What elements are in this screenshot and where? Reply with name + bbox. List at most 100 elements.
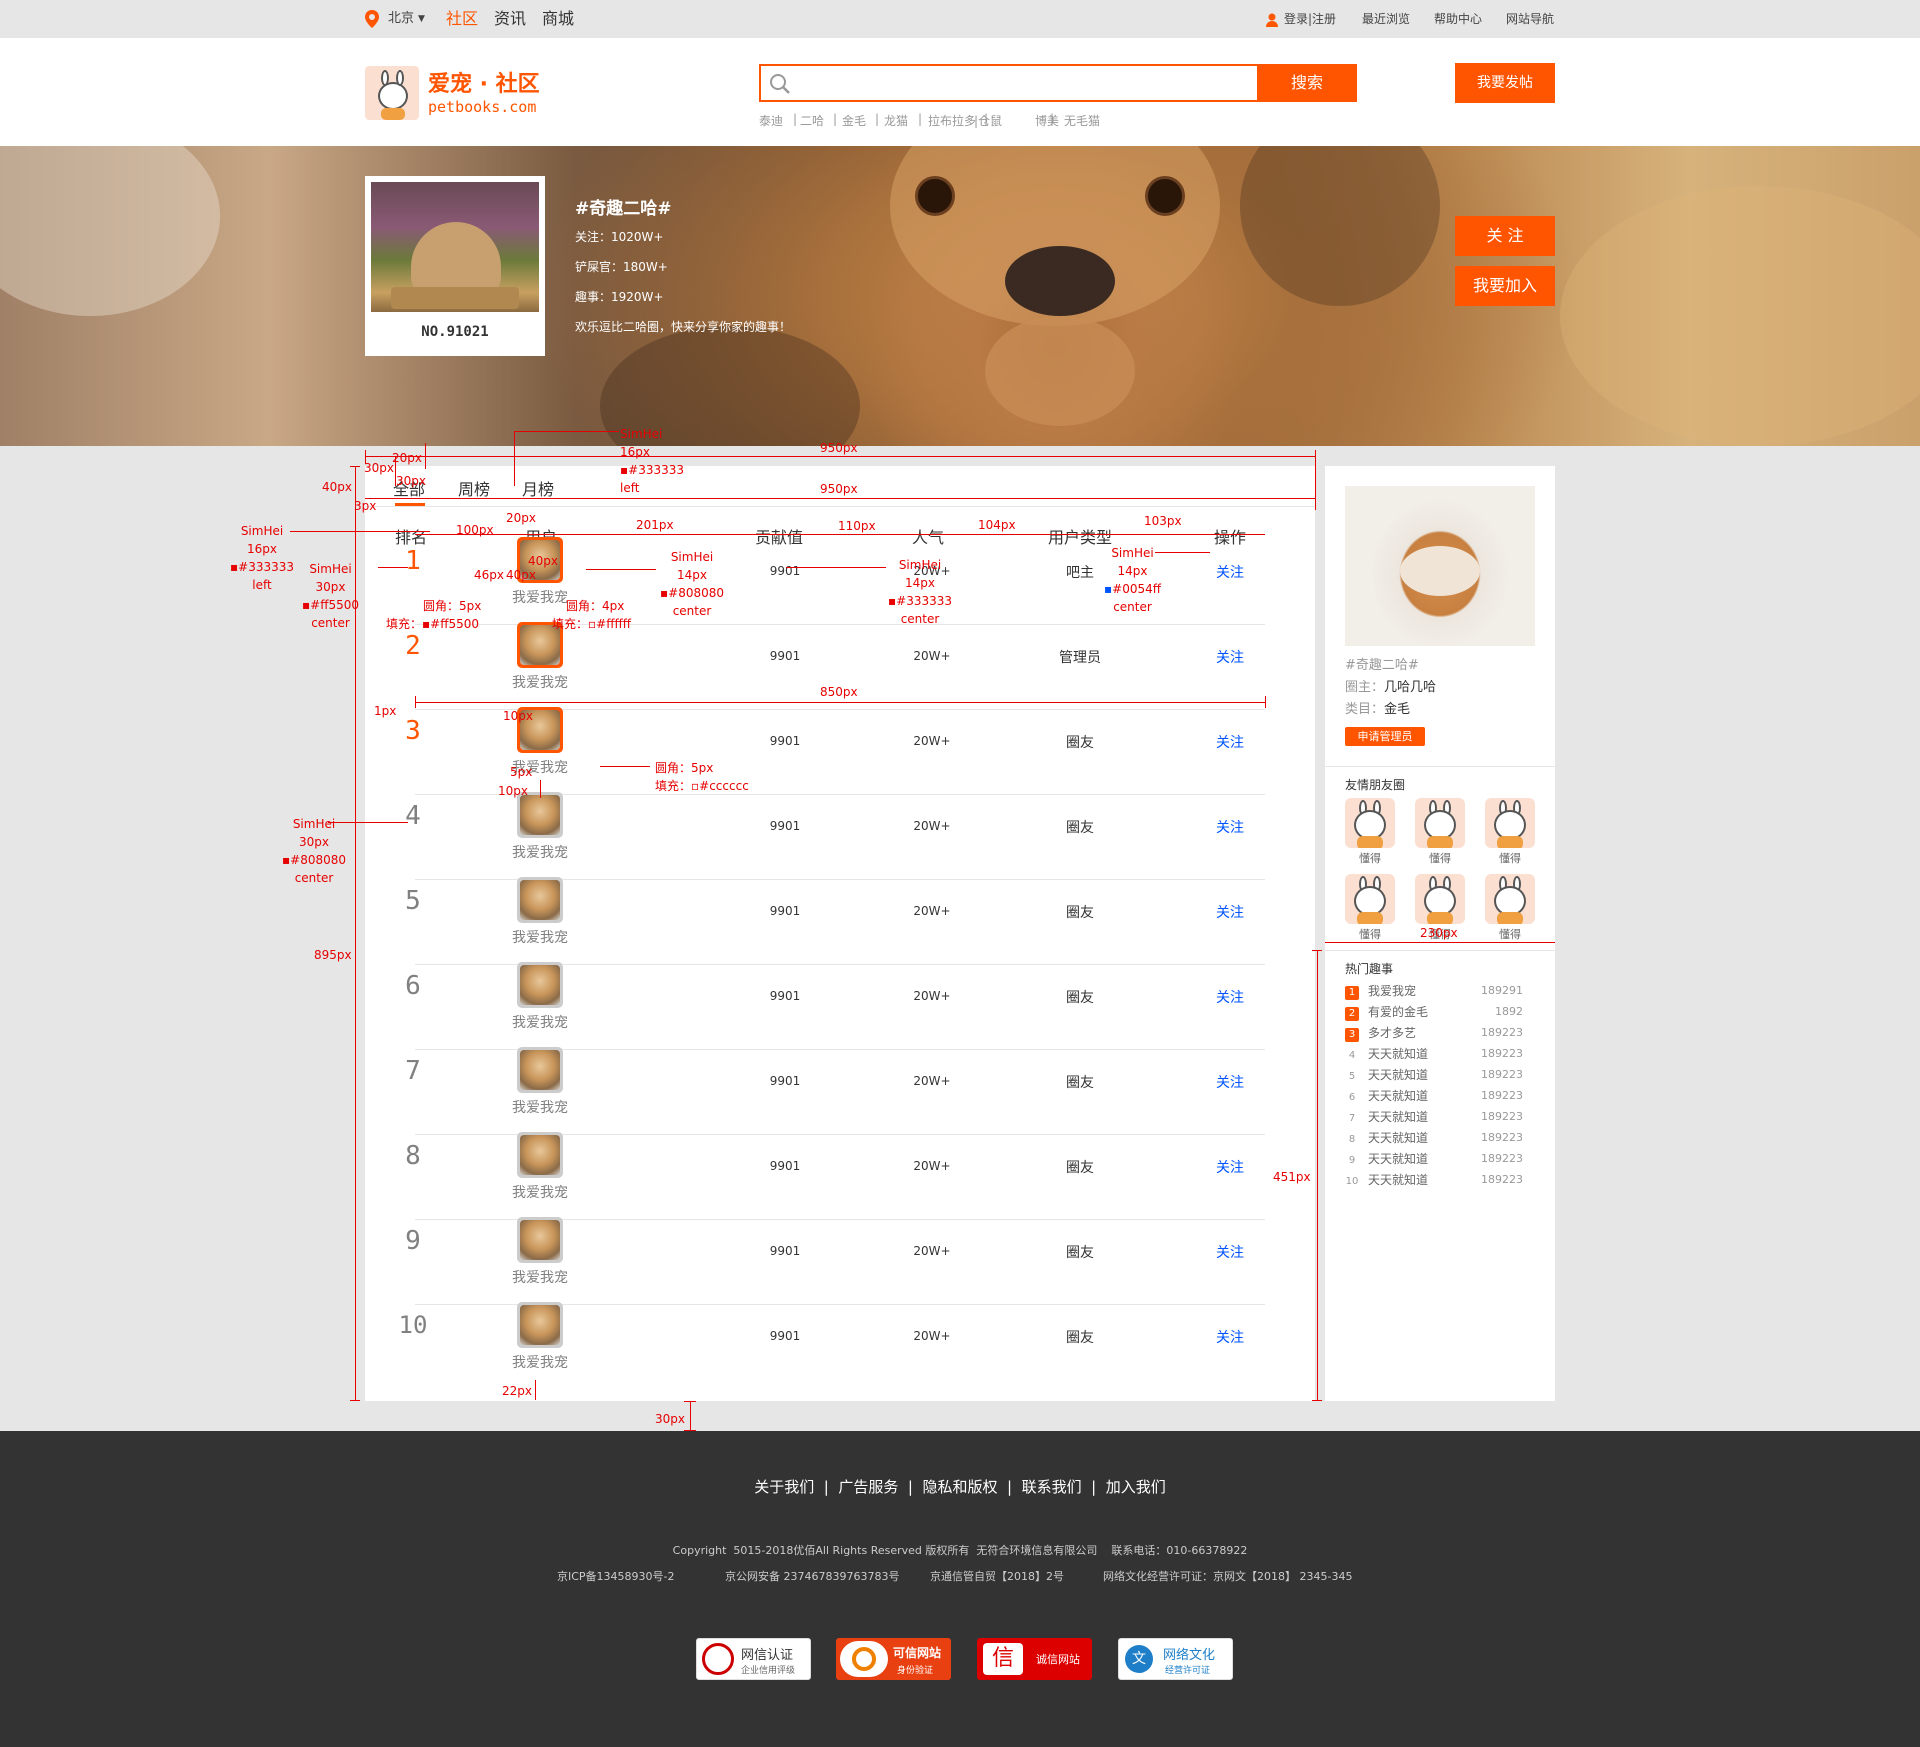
follow-button[interactable]: 关 注: [1455, 216, 1555, 256]
user-avatar[interactable]: [517, 1047, 563, 1093]
dim-line: [1265, 696, 1266, 708]
font-spec-tabs: SimHei 16px ▪#333333 left: [620, 427, 685, 495]
badge-honest-site[interactable]: 信 诚信网站: [977, 1638, 1092, 1680]
circle-name: #奇趣二哈#: [1345, 658, 1419, 673]
search-tag[interactable]: 博美: [1035, 112, 1059, 129]
hot-story-count: 1892: [1495, 1005, 1523, 1018]
follow-link[interactable]: 关注: [1210, 562, 1250, 582]
follow-link[interactable]: 关注: [1210, 902, 1250, 922]
dim-line: [365, 498, 1315, 499]
friend-circle-item[interactable]: 懂得: [1415, 798, 1465, 866]
user-name[interactable]: 我爱我宠: [500, 672, 580, 692]
hot-story-item[interactable]: 5 天天就知道 189223: [1345, 1067, 1535, 1083]
badge-trusted-site[interactable]: 可信网站 身份验证: [836, 1638, 951, 1680]
user-name[interactable]: 我爱我宠: [500, 1012, 580, 1032]
friend-circle-item[interactable]: 懂得: [1345, 874, 1395, 942]
user-name[interactable]: 我爱我宠: [500, 842, 580, 862]
user-name[interactable]: 我爱我宠: [500, 1267, 580, 1287]
circle-category: 类目：金毛: [1345, 702, 1411, 717]
dog-avatar-image: [520, 795, 560, 835]
nav-news[interactable]: 资讯: [494, 0, 526, 38]
user-avatar[interactable]: [517, 1217, 563, 1263]
friend-circle-item[interactable]: 懂得: [1345, 798, 1395, 866]
rank-number: 2: [405, 631, 421, 661]
badge-net-culture[interactable]: 文 网络文化 经营许可证: [1118, 1638, 1233, 1680]
search-input[interactable]: [759, 64, 1259, 102]
follow-link[interactable]: 关注: [1210, 817, 1250, 837]
tab-monthly[interactable]: 月榜: [522, 476, 554, 500]
friend-circle-item[interactable]: 懂得: [1485, 874, 1535, 942]
hot-story-item[interactable]: 2 有爱的金毛 1892: [1345, 1004, 1535, 1021]
dim-10: 10px: [503, 709, 533, 723]
search-tag[interactable]: 龙猫: [884, 112, 908, 129]
search-tag[interactable]: 无毛猫: [1064, 112, 1100, 129]
dim-22: 22px: [502, 1384, 532, 1398]
dim-line: [586, 569, 656, 570]
city-selector[interactable]: 北京: [388, 0, 414, 38]
user-name[interactable]: 我爱我宠: [500, 1097, 580, 1117]
hot-rank-badge: 8: [1348, 1134, 1356, 1145]
tag-separator: |: [833, 112, 838, 126]
user-avatar[interactable]: [517, 1132, 563, 1178]
search-tag[interactable]: 泰迪: [759, 112, 783, 129]
apply-admin-button[interactable]: 申请管理员: [1345, 727, 1425, 746]
help-center-link[interactable]: 帮助中心: [1434, 0, 1482, 38]
user-avatar[interactable]: [517, 1302, 563, 1348]
badge-net-trust[interactable]: 网信认证 企业信用评级: [696, 1638, 811, 1680]
friend-circle-item[interactable]: 懂得: [1485, 798, 1535, 866]
contribution-value: 9901: [769, 1074, 801, 1088]
logo-title[interactable]: 爱宠 · 社区: [428, 66, 540, 98]
hot-story-item[interactable]: 10 天天就知道 189223: [1345, 1172, 1535, 1188]
new-post-button[interactable]: 我要发帖: [1455, 63, 1555, 103]
dim-line: [600, 766, 650, 767]
rank-number: 4: [405, 801, 421, 831]
hot-story-count: 189223: [1481, 1173, 1523, 1186]
logo-mascot-icon[interactable]: [365, 66, 419, 120]
dim-line: [425, 443, 426, 469]
footer-links[interactable]: 关于我们 | 广告服务 | 隐私和版权 | 联系我们 | 加入我们: [0, 1476, 1920, 1497]
follow-link[interactable]: 关注: [1210, 1242, 1250, 1262]
site-nav-link[interactable]: 网站导航: [1506, 0, 1554, 38]
hot-story-item[interactable]: 4 天天就知道 189223: [1345, 1046, 1535, 1062]
user-avatar[interactable]: [517, 877, 563, 923]
bunny-mascot-icon: [1485, 874, 1535, 924]
search-tag[interactable]: 拉布拉多: [928, 112, 976, 129]
search-tag[interactable]: 金毛: [842, 112, 866, 129]
dim-100: 100px: [456, 523, 494, 537]
follow-link[interactable]: 关注: [1210, 732, 1250, 752]
hot-story-item[interactable]: 6 天天就知道 189223: [1345, 1088, 1535, 1104]
join-button[interactable]: 我要加入: [1455, 266, 1555, 306]
nav-community[interactable]: 社区: [446, 0, 478, 38]
dim-30: 30px: [364, 461, 394, 475]
follow-link[interactable]: 关注: [1210, 1072, 1250, 1092]
user-name[interactable]: 我爱我宠: [500, 927, 580, 947]
hot-story-item[interactable]: 9 天天就知道 189223: [1345, 1151, 1535, 1167]
user-avatar[interactable]: [517, 962, 563, 1008]
dim-201: 201px: [636, 518, 674, 532]
hot-story-item[interactable]: 3 多才多艺 189223: [1345, 1025, 1535, 1042]
rank-number: 7: [405, 1056, 421, 1086]
nav-mall[interactable]: 商城: [542, 0, 574, 38]
user-name[interactable]: 我爱我宠: [500, 1182, 580, 1202]
badge-label: 网络文化: [1163, 1648, 1216, 1663]
sidebar-divider: [1325, 950, 1555, 951]
font-spec-cell: SimHei 14px ▪#333333 center: [888, 558, 953, 626]
follow-link[interactable]: 关注: [1210, 1157, 1250, 1177]
user-name[interactable]: 我爱我宠: [500, 1352, 580, 1372]
tab-weekly[interactable]: 周榜: [458, 476, 490, 500]
hot-story-item[interactable]: 8 天天就知道 189223: [1345, 1130, 1535, 1146]
follow-link[interactable]: 关注: [1210, 1327, 1250, 1347]
login-register-link[interactable]: 登录|注册: [1284, 0, 1336, 38]
search-button[interactable]: 搜索: [1257, 64, 1357, 102]
dim-1: 1px: [374, 704, 397, 718]
popularity-value: 20W+: [913, 1329, 951, 1343]
dim-line: [290, 531, 430, 532]
hot-story-item[interactable]: 7 天天就知道 189223: [1345, 1109, 1535, 1125]
search-tag[interactable]: 二哈: [800, 112, 824, 129]
bunny-body: [1357, 836, 1383, 848]
follow-link[interactable]: 关注: [1210, 647, 1250, 667]
hot-story-item[interactable]: 1 我爱我宠 189291: [1345, 983, 1535, 1000]
follow-link[interactable]: 关注: [1210, 987, 1250, 1007]
recent-views-link[interactable]: 最近浏览: [1362, 0, 1410, 38]
sidebar-divider: [1325, 766, 1555, 767]
